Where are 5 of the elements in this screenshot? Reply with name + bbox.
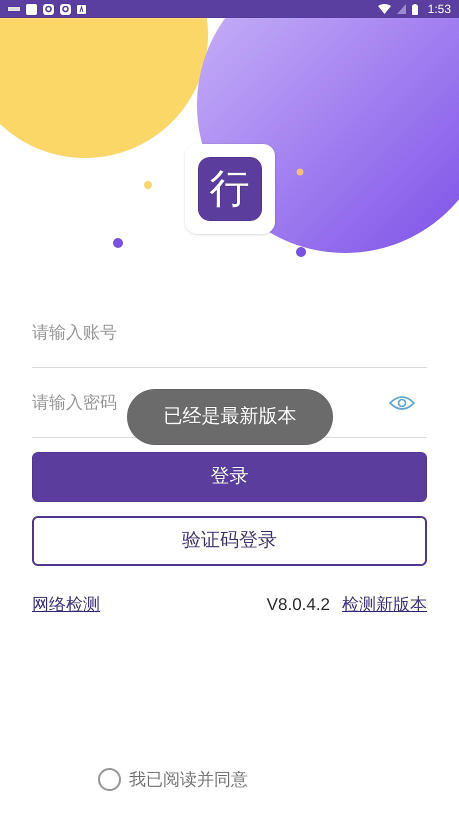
- app-logo: 行: [184, 144, 274, 234]
- clock: 1:53: [428, 1, 451, 18]
- version-toast: 已经是最新版本: [127, 389, 333, 445]
- agreement-text: 我已阅读并同意: [129, 768, 248, 790]
- version-text: V8.0.4.2: [266, 594, 330, 616]
